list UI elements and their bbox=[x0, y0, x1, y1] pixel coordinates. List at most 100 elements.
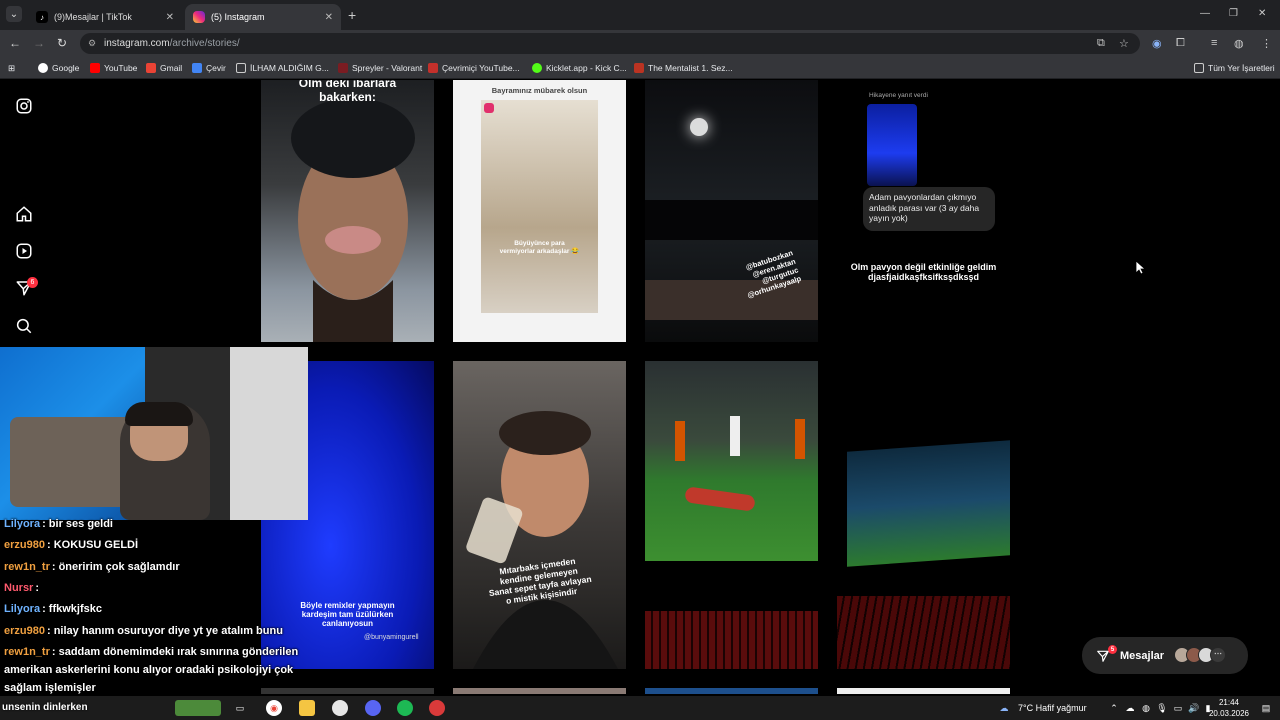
close-tab-icon[interactable]: ✕ bbox=[325, 12, 333, 23]
chrome-icon[interactable]: ◉ bbox=[266, 700, 282, 716]
bookmarks-bar: ⊞ Google YouTube Gmail Çevir İLHAM ALDIĞ… bbox=[0, 57, 1280, 79]
reels-icon[interactable] bbox=[15, 242, 33, 260]
bookmark-google[interactable]: Google bbox=[38, 63, 79, 73]
tab-label: (9)Mesajlar | TikTok bbox=[54, 12, 132, 22]
story-caption: Bayramınız mübarek olsun bbox=[491, 86, 588, 95]
obs-icon[interactable] bbox=[429, 700, 445, 716]
navigation-bar: ← → ↻ ⚙ instagram.com/archive/stories/ ⧉… bbox=[0, 30, 1280, 57]
tab-label: (5) Instagram bbox=[211, 12, 265, 22]
spotify-icon[interactable] bbox=[397, 700, 413, 716]
story-tile[interactable]: Hikayene yanıt verdi Adam pavyonlardan ç… bbox=[837, 80, 1010, 342]
new-tab-button[interactable]: + bbox=[348, 7, 356, 23]
weather-text[interactable]: 7°C Hafif yağmur bbox=[1018, 703, 1087, 713]
chat-message: Lilyora: bir ses geldi bbox=[4, 518, 113, 530]
notification-center-icon[interactable]: ▤ bbox=[1258, 700, 1274, 716]
story-inner-photo bbox=[481, 100, 598, 313]
player-figure bbox=[730, 416, 740, 456]
messages-label: Mesajlar bbox=[1120, 649, 1165, 662]
search-icon[interactable] bbox=[15, 317, 33, 335]
profile-icon[interactable]: ◍ bbox=[1234, 37, 1244, 50]
instagram-logo-icon[interactable] bbox=[15, 97, 33, 115]
messages-badge: 5 bbox=[1108, 645, 1117, 654]
back-button[interactable]: ← bbox=[9, 36, 21, 50]
recent-avatars: ⋯ bbox=[1174, 647, 1226, 663]
clock[interactable]: 21:44 20.03.2026 bbox=[1204, 697, 1254, 719]
story-tile[interactable]: @batubozkan @eren.aktan @turgutuc @orhun… bbox=[645, 80, 818, 342]
close-tab-icon[interactable]: ✕ bbox=[166, 12, 174, 23]
story-header: Hikayene yanıt verdi bbox=[869, 92, 928, 99]
minimize-button[interactable]: — bbox=[1200, 8, 1210, 19]
install-app-icon[interactable]: ⧉ bbox=[1097, 37, 1105, 50]
discord-icon[interactable] bbox=[365, 700, 381, 716]
bookmark-folder[interactable]: İLHAM ALDIĞIM G... bbox=[236, 63, 329, 73]
story-tile[interactable]: Mıtarbaks içmeden kendine gelemeyen Sana… bbox=[453, 361, 626, 669]
chat-message: sağlam işlemişler bbox=[4, 682, 96, 694]
task-view-icon[interactable]: ▭ bbox=[232, 700, 248, 716]
tray-icon[interactable]: ☁ bbox=[1122, 700, 1138, 716]
now-playing-text: unsenin dinlerken bbox=[2, 702, 88, 713]
tray-chevron-icon[interactable]: ⌃ bbox=[1106, 700, 1122, 716]
tiktok-icon: ♪ bbox=[36, 11, 48, 23]
webcam-overlay bbox=[0, 347, 308, 520]
media-controls-icon[interactable]: ≡ bbox=[1211, 37, 1217, 49]
story-caption: Olm pavyon değil etkinliğe geldim djasfj… bbox=[850, 262, 997, 282]
story-tile[interactable] bbox=[837, 361, 1010, 669]
bookmark-gmail[interactable]: Gmail bbox=[146, 63, 182, 73]
all-bookmarks[interactable]: Tüm Yer İşaretleri bbox=[1194, 63, 1275, 73]
story-tile[interactable] bbox=[837, 688, 1010, 694]
bookmark-youtube-converter[interactable]: Çevrimiçi YouTube... bbox=[428, 63, 520, 73]
extensions-puzzle-icon[interactable]: ⧠ bbox=[1176, 37, 1185, 50]
tray-icon[interactable]: ◍ bbox=[1138, 700, 1154, 716]
chat-message: amerikan askerlerini konu alıyor oradaki… bbox=[4, 664, 294, 676]
stage-desk bbox=[645, 200, 818, 240]
story-tile[interactable] bbox=[645, 688, 818, 694]
story-reply-bubble: Adam pavyonlardan çıkmıyo anladık parası… bbox=[863, 187, 995, 231]
bookmark-translate[interactable]: Çevir bbox=[192, 63, 226, 73]
restore-button[interactable]: ❐ bbox=[1229, 8, 1238, 19]
story-tile[interactable]: Olm deki ibarlara bakarken: bbox=[261, 80, 434, 342]
close-window-button[interactable]: ✕ bbox=[1258, 8, 1266, 19]
bookmark-youtube[interactable]: YouTube bbox=[90, 63, 137, 73]
weather-icon[interactable]: ☁ bbox=[996, 700, 1012, 716]
stream-chat-overlay: Lilyora: bir ses geldi erzu980: KOKUSU G… bbox=[0, 516, 308, 696]
tab-instagram[interactable]: (5) Instagram ✕ bbox=[185, 4, 341, 30]
menu-icon[interactable]: ⋮ bbox=[1261, 37, 1272, 50]
microphone-icon[interactable]: 🎙 bbox=[1154, 700, 1170, 716]
tab-search-button[interactable]: ⌄ bbox=[6, 6, 22, 22]
extension-icon[interactable]: ◉ bbox=[1152, 37, 1162, 50]
notification-badge: 6 bbox=[27, 277, 38, 288]
story-caption: Olm deki ibarlara bakarken: bbox=[298, 80, 397, 104]
player-figure bbox=[795, 419, 805, 459]
webcam-wall bbox=[230, 347, 308, 520]
tab-tiktok[interactable]: ♪ (9)Mesajlar | TikTok ✕ bbox=[28, 4, 182, 30]
bookmark-kicklet[interactable]: Kicklet.app - Kick C... bbox=[532, 63, 627, 73]
story-tile[interactable]: Bayramınız mübarek olsun Büyüyünce para … bbox=[453, 80, 626, 342]
address-bar[interactable]: ⚙ instagram.com/archive/stories/ bbox=[80, 33, 1140, 54]
keyboard-image bbox=[837, 596, 1010, 669]
chat-message: Nursr: bbox=[4, 582, 40, 594]
chat-message: erzu980: KOKUSU GELDİ bbox=[4, 539, 139, 551]
story-caption: Büyüyünce para vermiyorlar arkadaşlar 😂 bbox=[499, 240, 580, 255]
bookmark-star-icon[interactable]: ☆ bbox=[1119, 37, 1129, 50]
story-tile[interactable] bbox=[453, 688, 626, 694]
widget-icon[interactable] bbox=[175, 700, 221, 716]
bookmark-mentalist[interactable]: The Mentalist 1. Sez... bbox=[634, 63, 733, 73]
forward-button[interactable]: → bbox=[33, 36, 45, 50]
file-explorer-icon[interactable] bbox=[299, 700, 315, 716]
messages-floating-button[interactable]: 5 Mesajlar ⋯ bbox=[1082, 637, 1248, 674]
keyboard-image bbox=[645, 611, 818, 669]
reload-button[interactable]: ↻ bbox=[57, 36, 67, 50]
site-info-icon[interactable]: ⚙ bbox=[88, 38, 96, 49]
network-icon[interactable]: ▭ bbox=[1170, 700, 1186, 716]
more-icon: ⋯ bbox=[1210, 647, 1226, 663]
instagram-favicon-icon bbox=[193, 11, 205, 23]
apps-grid-icon[interactable]: ⊞ bbox=[8, 63, 15, 74]
chat-message: rew1n_tr: öneririm çok sağlamdır bbox=[4, 561, 180, 573]
story-tile[interactable] bbox=[645, 361, 818, 669]
bookmark-valorant[interactable]: Spreyler - Valorant bbox=[338, 63, 422, 73]
stage-light bbox=[690, 118, 708, 136]
app-icon[interactable] bbox=[332, 700, 348, 716]
home-icon[interactable] bbox=[15, 205, 33, 223]
chat-message: Lilyora: ffkwkjfskc bbox=[4, 603, 102, 615]
windows-taskbar: unsenin dinlerken ▭ ◉ ☁ 7°C Hafif yağmur… bbox=[0, 696, 1280, 720]
